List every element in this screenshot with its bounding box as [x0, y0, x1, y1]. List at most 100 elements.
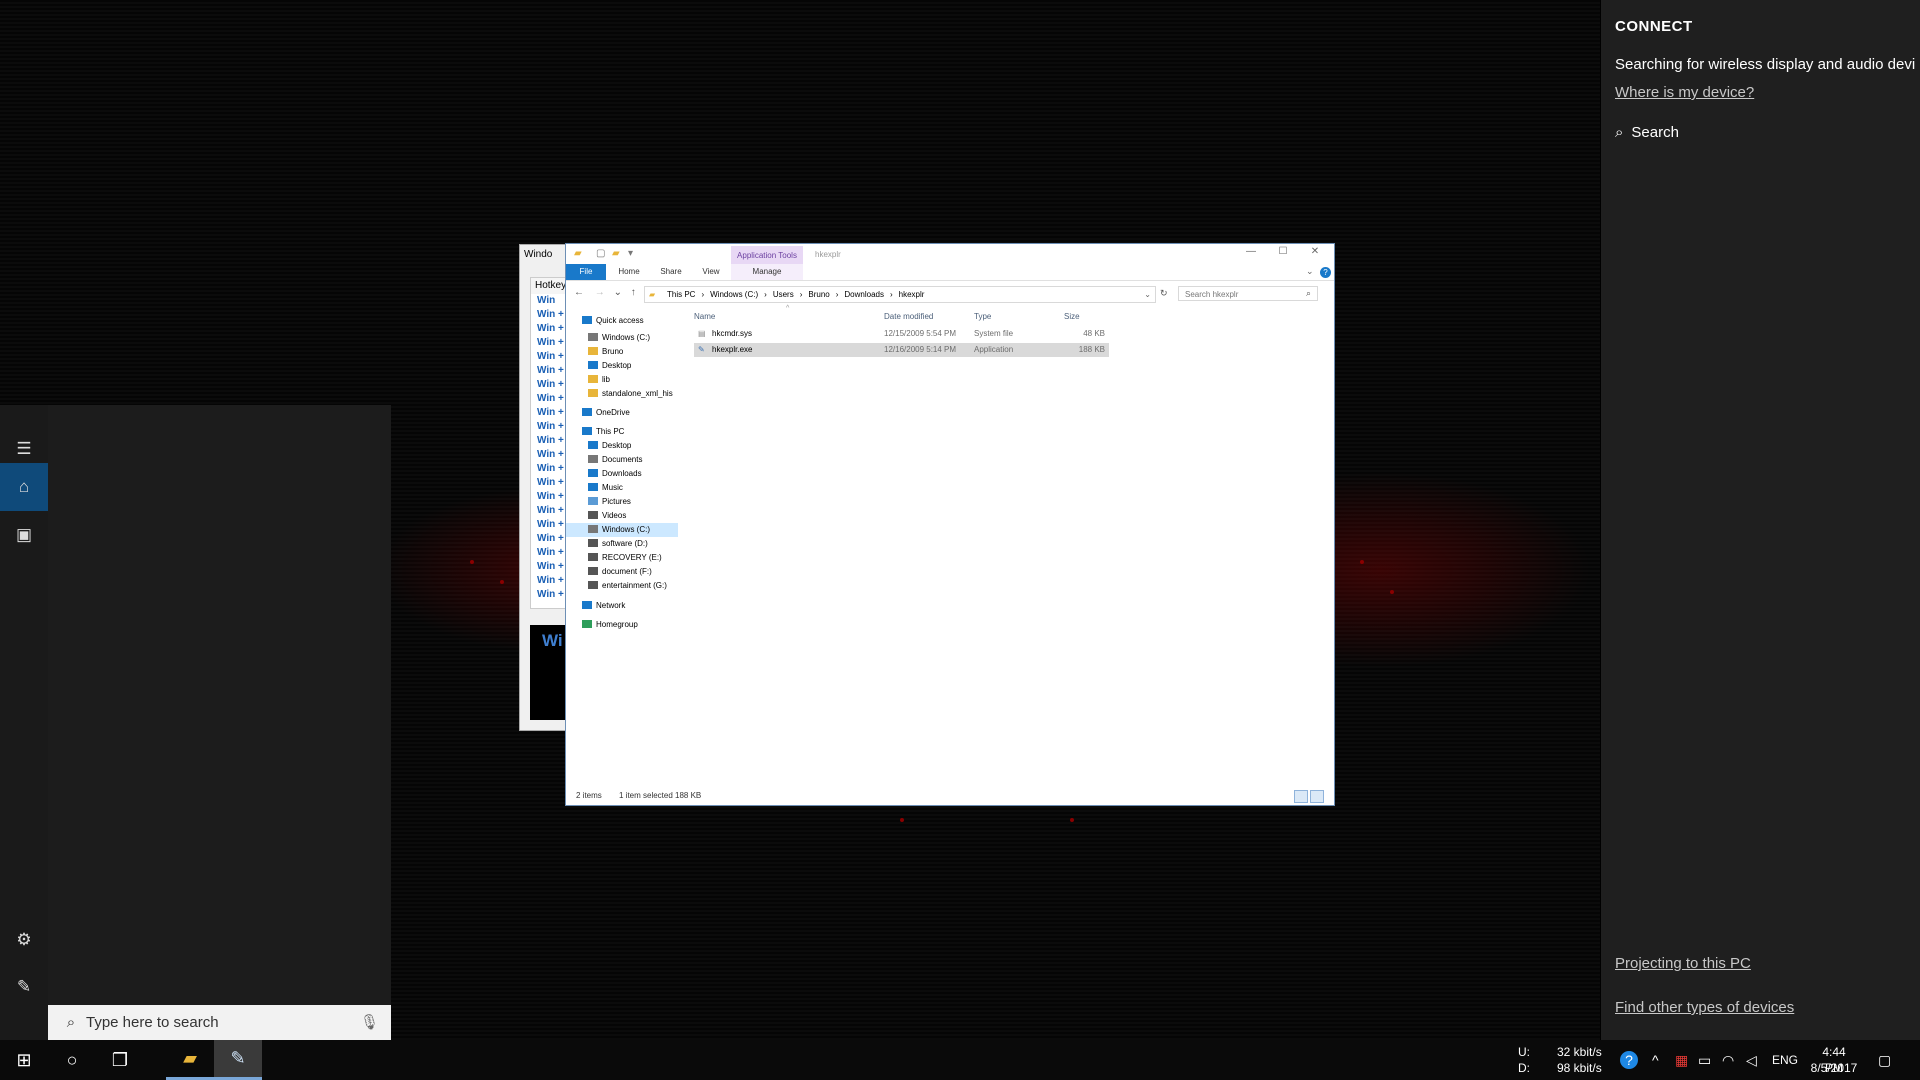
nav-item[interactable]: Windows (C:): [566, 523, 678, 537]
breadcrumb-item[interactable]: Bruno: [808, 290, 829, 299]
file-explorer-icon[interactable]: ▰: [166, 1040, 214, 1080]
breadcrumb-item[interactable]: This PC: [667, 290, 695, 299]
music-icon: [588, 483, 598, 491]
nav-item[interactable]: Videos: [566, 509, 678, 523]
file-row[interactable]: ✎ hkexplr.exe 12/16/2009 5:14 PM Applicatio…: [694, 343, 1109, 357]
taskbar-search-input[interactable]: ⌕ Type here to search 🎙: [48, 1005, 391, 1040]
explorer-search-input[interactable]: Search hkexplr: [1178, 286, 1318, 301]
nav-item[interactable]: OneDrive: [566, 406, 678, 420]
where-is-my-device-link[interactable]: Where is my device?: [1615, 84, 1754, 101]
microphone-icon[interactable]: 🎙: [360, 1013, 379, 1031]
wifi-icon[interactable]: ◠: [1722, 1052, 1734, 1069]
column-date-modified[interactable]: Date modified: [884, 312, 933, 321]
nav-item[interactable]: Windows (C:): [566, 331, 678, 345]
notebook-icon[interactable]: ▣: [0, 511, 48, 559]
properties-icon[interactable]: ▢: [596, 248, 605, 259]
find-other-devices-link[interactable]: Find other types of devices: [1615, 999, 1794, 1016]
column-type[interactable]: Type: [974, 312, 991, 321]
nav-item[interactable]: software (D:): [566, 537, 678, 551]
nav-item[interactable]: Homegroup: [566, 618, 678, 632]
forward-icon[interactable]: →: [595, 287, 605, 298]
navigation-pane[interactable]: Quick access Windows (C:) Bruno Desktop lib s…: [566, 314, 678, 784]
home-icon[interactable]: ⌂: [0, 463, 48, 511]
cortana-icon[interactable]: ○: [48, 1040, 96, 1080]
refresh-icon[interactable]: ↻: [1160, 288, 1168, 299]
nav-item[interactable]: Music: [566, 481, 678, 495]
nav-item[interactable]: Network: [566, 599, 678, 613]
hotkey-explorer-icon[interactable]: ✎: [214, 1040, 262, 1080]
tab-view[interactable]: View: [696, 264, 726, 280]
back-icon[interactable]: ←: [574, 287, 584, 298]
volume-icon[interactable]: ◁: [1746, 1052, 1757, 1069]
nav-item[interactable]: Pictures: [566, 495, 678, 509]
feedback-icon[interactable]: ✎: [0, 963, 48, 1011]
breadcrumb-separator-icon[interactable]: ›: [701, 290, 704, 299]
help-icon[interactable]: ?: [1620, 1051, 1638, 1069]
connect-search-label: Search: [1631, 124, 1679, 141]
clock-date[interactable]: 8/5/2017: [1810, 1060, 1858, 1076]
net-up-speed: 32 kbit/s: [1557, 1045, 1602, 1059]
nav-item[interactable]: This PC: [566, 425, 678, 439]
chevron-down-icon[interactable]: ⌄: [1144, 287, 1151, 302]
breadcrumb-separator-icon[interactable]: ›: [836, 290, 839, 299]
connect-search-button[interactable]: ⌕ Search: [1615, 124, 1679, 141]
up-icon[interactable]: ↑: [631, 287, 636, 298]
chevron-down-icon[interactable]: ▾: [628, 248, 633, 259]
nav-item[interactable]: Documents: [566, 453, 678, 467]
action-center-icon[interactable]: ▢: [1878, 1052, 1891, 1069]
nav-item[interactable]: document (F:): [566, 565, 678, 579]
breadcrumb-separator-icon[interactable]: ›: [764, 290, 767, 299]
file-explorer-window[interactable]: ▰ ▢ ▰ ▾ Application Tools hkexplr — ☐ ✕ …: [565, 243, 1335, 806]
nav-item[interactable]: Desktop: [566, 359, 678, 373]
address-bar[interactable]: ▰ This PC › Windows (C:) › Users › Bruno › Downl…: [644, 286, 1156, 303]
tiles-view-icon[interactable]: [1310, 790, 1324, 803]
nav-item[interactable]: Desktop: [566, 439, 678, 453]
breadcrumb-separator-icon[interactable]: ›: [800, 290, 803, 299]
nav-item[interactable]: RECOVERY (E:): [566, 551, 678, 565]
sort-arrow-icon: ^: [786, 305, 790, 312]
explorer-titlebar[interactable]: ▰ ▢ ▰ ▾ Application Tools hkexplr — ☐ ✕: [566, 244, 1334, 264]
status-selection: 1 item selected 188 KB: [619, 791, 702, 800]
window-title: hkexplr: [815, 250, 841, 259]
chevron-down-icon[interactable]: ⌄: [1306, 266, 1314, 277]
details-view-icon[interactable]: [1294, 790, 1308, 803]
help-icon[interactable]: ?: [1320, 267, 1331, 278]
application-icon: ✎: [698, 345, 705, 354]
nav-item[interactable]: Quick access: [566, 314, 678, 328]
wallpaper-splatter: [900, 818, 904, 822]
breadcrumb-item[interactable]: Windows (C:): [710, 290, 758, 299]
breadcrumb-item[interactable]: hkexplr: [899, 290, 925, 299]
tab-manage[interactable]: Manage: [731, 264, 803, 280]
maximize-button[interactable]: ☐: [1268, 246, 1298, 262]
nav-item[interactable]: lib: [566, 373, 678, 387]
nav-item[interactable]: Bruno: [566, 345, 678, 359]
battery-icon[interactable]: ▭: [1698, 1052, 1711, 1069]
tab-file[interactable]: File: [566, 264, 606, 280]
tray-app-icon[interactable]: ▦: [1675, 1052, 1688, 1069]
language-indicator[interactable]: ENG: [1772, 1052, 1798, 1068]
column-size[interactable]: Size: [1064, 312, 1080, 321]
breadcrumb-item[interactable]: Users: [773, 290, 794, 299]
tab-home[interactable]: Home: [612, 264, 646, 280]
tab-share[interactable]: Share: [654, 264, 688, 280]
gear-icon[interactable]: ⚙: [0, 916, 48, 964]
task-view-icon[interactable]: ❐: [96, 1040, 144, 1080]
nav-item[interactable]: Downloads: [566, 467, 678, 481]
hotkey-window[interactable]: Windo Hotkey Win Win + Win + Win + Win + Win …: [519, 244, 572, 731]
file-list[interactable]: Name Date modified Type Size ^ ▤ hkcmdr.s…: [691, 305, 1321, 709]
chevron-up-icon[interactable]: ^: [1652, 1052, 1659, 1068]
breadcrumb-item[interactable]: Downloads: [844, 290, 884, 299]
nav-item[interactable]: entertainment (G:): [566, 579, 678, 593]
breadcrumb-separator-icon[interactable]: ›: [890, 290, 893, 299]
file-row[interactable]: ▤ hkcmdr.sys 12/15/2009 5:54 PM System file…: [694, 327, 1109, 341]
windows-start-icon[interactable]: ⊞: [0, 1040, 48, 1080]
folder-icon: ▰: [649, 290, 656, 299]
projecting-to-this-pc-link[interactable]: Projecting to this PC: [1615, 955, 1751, 972]
nav-item[interactable]: standalone_xml_his: [566, 387, 678, 401]
new-folder-icon[interactable]: ▰: [612, 248, 620, 259]
net-down-label: D:: [1518, 1061, 1530, 1075]
minimize-button[interactable]: —: [1236, 246, 1266, 262]
column-name[interactable]: Name: [694, 312, 715, 321]
chevron-down-icon[interactable]: ⌄: [614, 287, 622, 298]
close-button[interactable]: ✕: [1300, 246, 1330, 262]
